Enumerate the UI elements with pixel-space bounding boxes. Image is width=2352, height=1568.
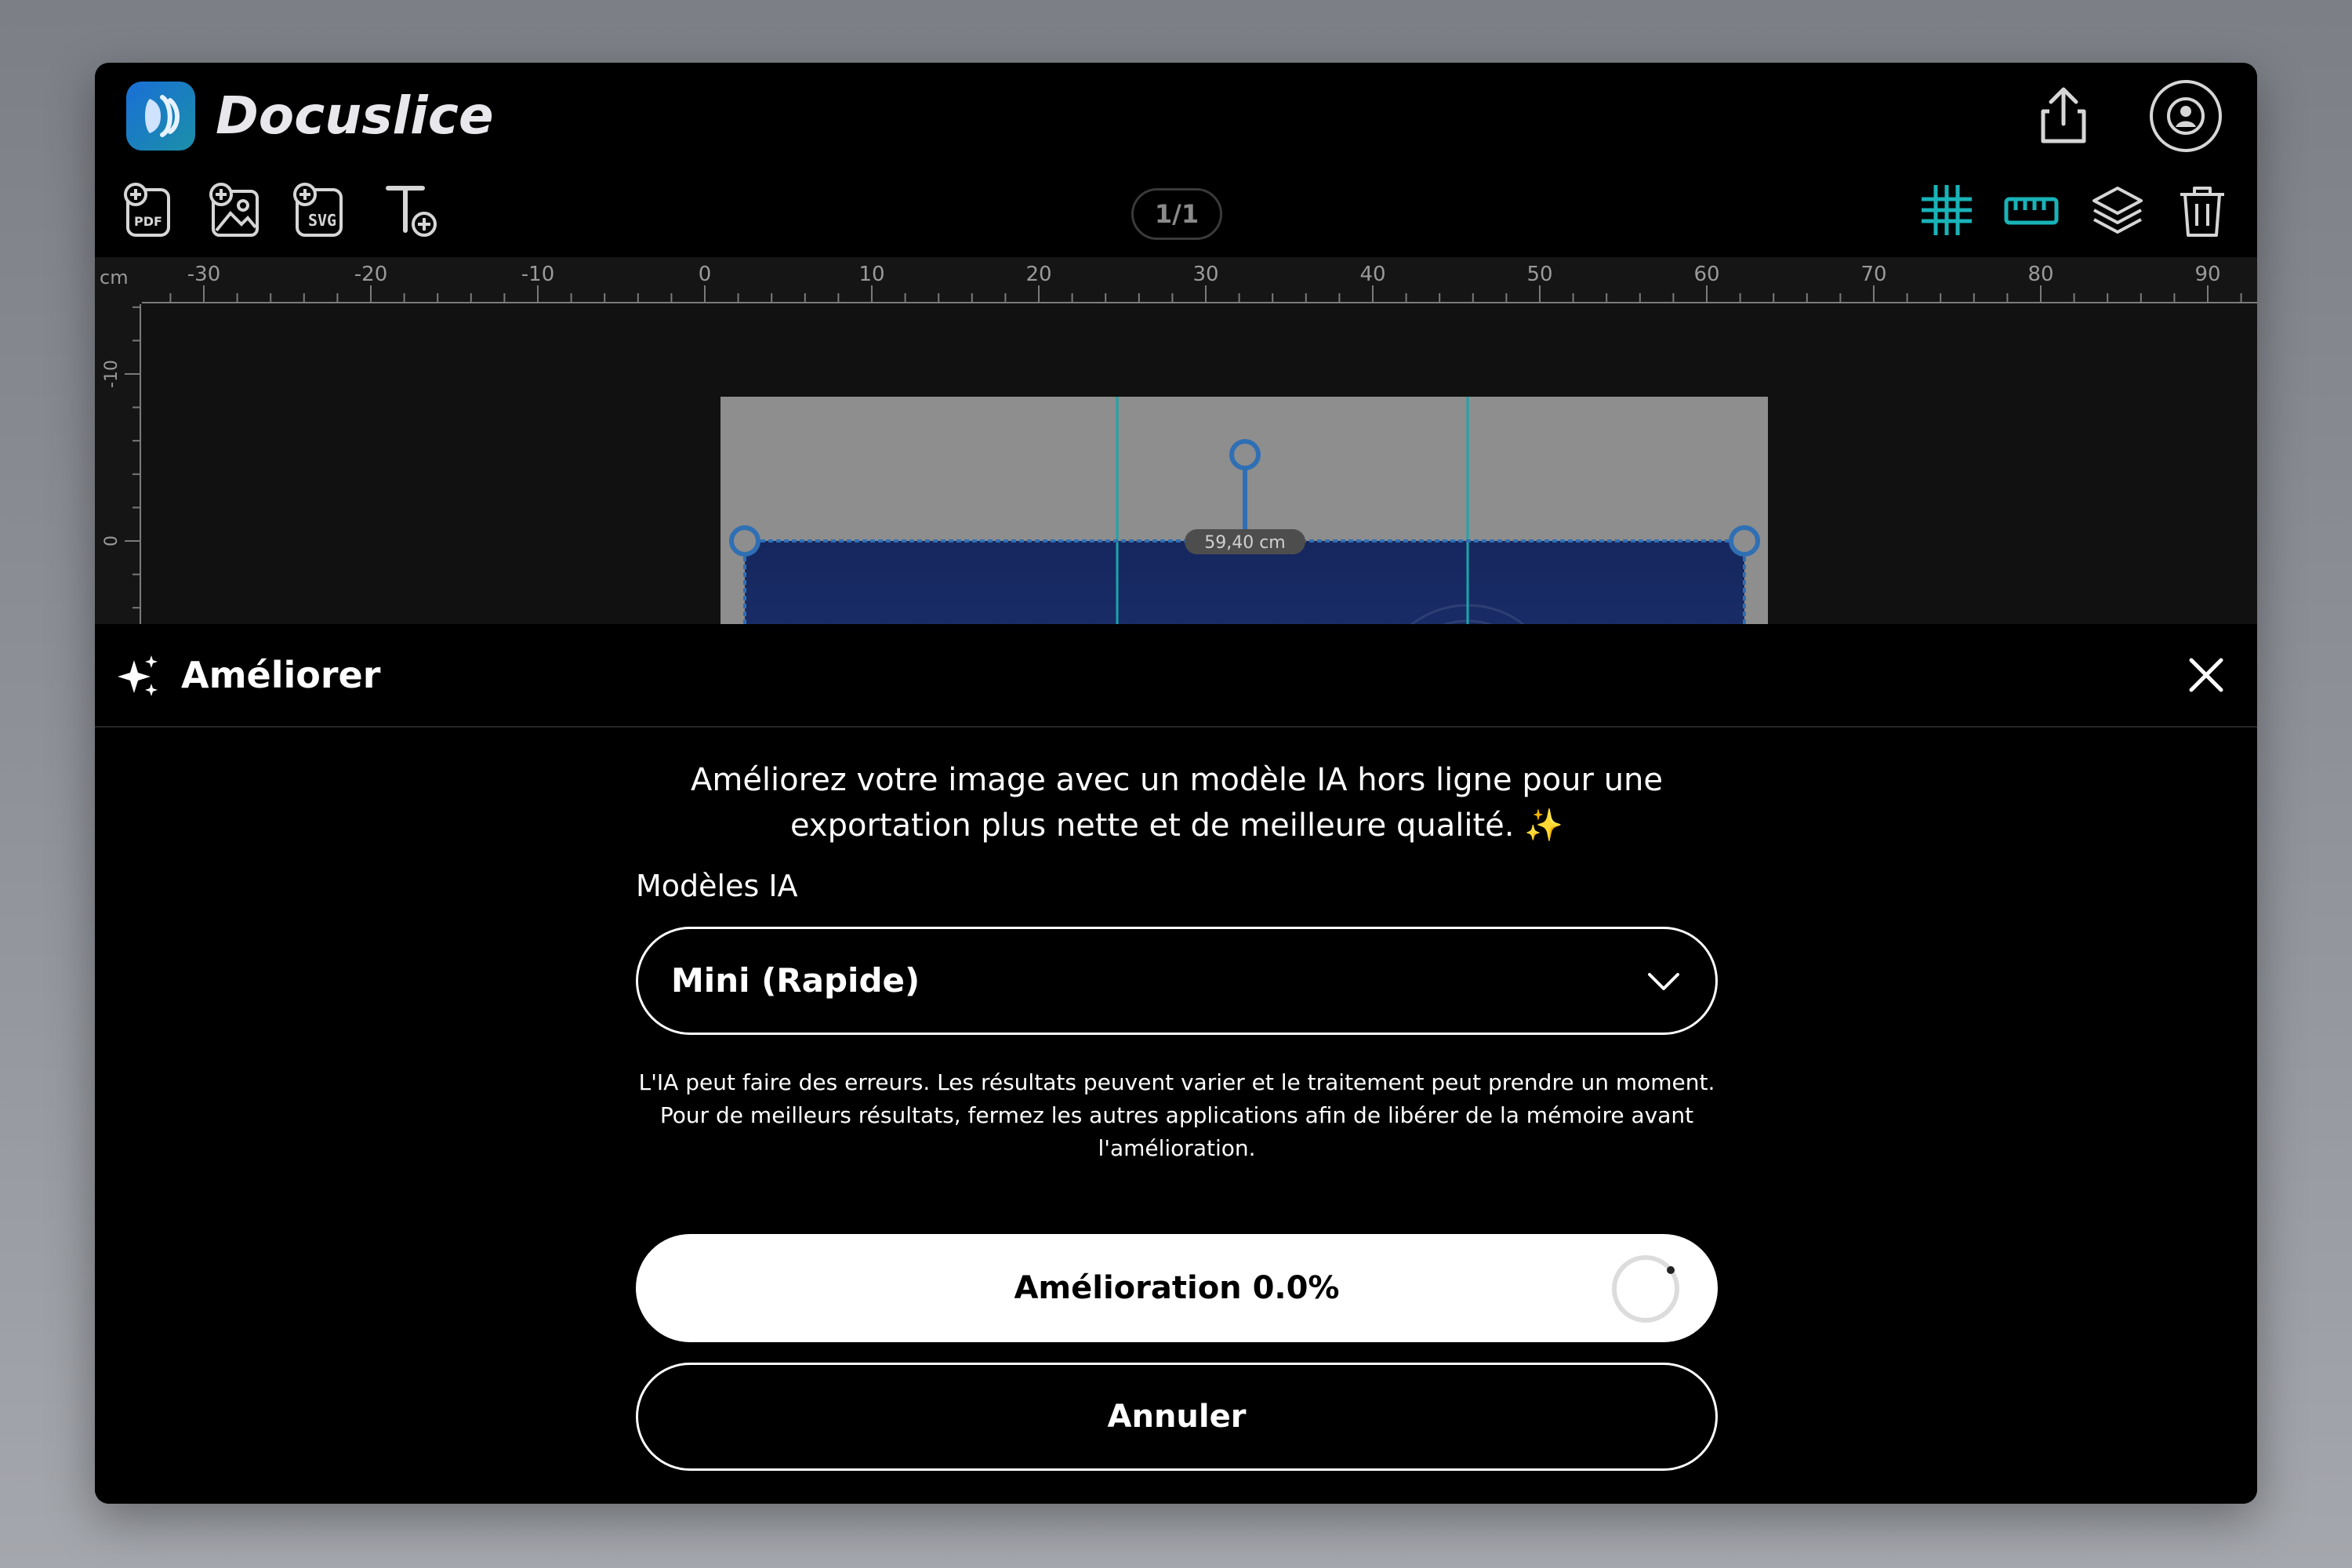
- disclaimer-line: L'IA peut faire des erreurs. Les résulta…: [638, 1069, 1715, 1095]
- ruler-label: 40: [1359, 263, 1385, 286]
- cancel-button[interactable]: Annuler: [636, 1363, 1718, 1471]
- app-title: Docuslice: [216, 85, 494, 146]
- enhance-progress-button[interactable]: Amélioration 0.0%: [636, 1234, 1718, 1342]
- ruler-horizontal: cm -30 -20 -10 0 10 20 30 40 50 60 70 80 90: [95, 257, 2257, 304]
- models-label: Modèles IA: [636, 869, 798, 903]
- add-svg-button[interactable]: SVG: [288, 179, 350, 241]
- trash-icon: [2180, 187, 2224, 237]
- panel-description: Améliorez votre image avec un modèle IA …: [636, 757, 1718, 848]
- ruler-label: 10: [858, 263, 884, 286]
- account-button[interactable]: [2150, 80, 2222, 152]
- ruler-label: 0: [699, 263, 712, 286]
- add-pdf-button[interactable]: PDF: [118, 179, 181, 241]
- app-logo: [126, 82, 195, 151]
- ruler-label: -30: [187, 263, 220, 286]
- ruler-label: 80: [2027, 263, 2053, 286]
- description-line: exportation plus nette et de meilleure q…: [790, 808, 1563, 844]
- grid-toggle[interactable]: [1915, 179, 1978, 241]
- ruler-label: 70: [1860, 263, 1886, 286]
- add-image-button[interactable]: [204, 179, 267, 241]
- add-text-button[interactable]: [379, 179, 441, 241]
- logo-icon: [145, 95, 180, 137]
- ruler-label: -10: [102, 360, 122, 388]
- ruler-label: 30: [1192, 263, 1218, 286]
- share-icon: [2041, 87, 2086, 143]
- delete-button[interactable]: [2171, 179, 2234, 241]
- description-line: Améliorez votre image avec un modèle IA …: [690, 762, 1664, 798]
- cancel-label: Annuler: [1107, 1399, 1247, 1435]
- svg-badge: SVG: [308, 211, 336, 230]
- selected-model: Mini (Rapide): [671, 961, 920, 1000]
- ruler-label: 60: [1693, 263, 1719, 286]
- ruler-label: -20: [354, 263, 387, 286]
- ruler-horizontal-scale: cm -30 -20 -10 0 10 20 30 40 50 60 70 80 90: [100, 263, 2257, 303]
- add-svg-icon: SVG: [293, 183, 343, 237]
- enhance-panel: Améliorer Améliorez votre image avec un …: [95, 624, 2257, 1504]
- sparkles-icon: [118, 655, 158, 696]
- add-text-icon: [386, 186, 437, 237]
- ruler-icon: [2004, 197, 2059, 225]
- ruler-unit: cm: [100, 267, 129, 289]
- resize-handle-top-right[interactable]: [1729, 525, 1760, 557]
- user-icon: [2167, 97, 2205, 135]
- chevron-down-icon: [1648, 973, 1679, 990]
- close-icon[interactable]: [2188, 657, 2224, 693]
- loading-spinner-icon: [1612, 1255, 1679, 1323]
- ruler-label: 0: [102, 535, 122, 546]
- panel-title: Améliorer: [181, 654, 381, 696]
- ai-disclaimer: L'IA peut faire des erreurs. Les résulta…: [636, 1066, 1718, 1165]
- model-select[interactable]: Mini (Rapide): [636, 927, 1718, 1035]
- disclaimer-line: l'amélioration.: [1098, 1135, 1256, 1161]
- share-button[interactable]: [2032, 85, 2095, 147]
- ruler-label: 50: [1526, 263, 1552, 286]
- ruler-label: 90: [2194, 263, 2220, 286]
- enhance-progress-label: Amélioration 0.0%: [1014, 1270, 1340, 1306]
- panel-header: Améliorer: [95, 624, 2257, 728]
- page-indicator[interactable]: 1/1: [1131, 188, 1222, 240]
- pdf-badge: PDF: [134, 214, 162, 229]
- resize-handle-top-left[interactable]: [729, 525, 760, 557]
- add-pdf-icon: PDF: [124, 183, 170, 237]
- dimension-label: 59,40 cm: [1204, 533, 1286, 553]
- layers-button[interactable]: [2086, 179, 2149, 241]
- disclaimer-line: Pour de meilleurs résultats, fermez les …: [659, 1102, 1694, 1128]
- rotate-handle[interactable]: [1229, 439, 1261, 470]
- ruler-toggle[interactable]: [2000, 179, 2063, 241]
- grid-icon: [1922, 185, 1972, 235]
- add-image-icon: [209, 183, 259, 237]
- layers-icon: [2092, 187, 2143, 234]
- app-window: Docuslice PDF SVG 1/1 cm -30 -20 -10 0 1…: [95, 63, 2257, 1504]
- ruler-label: -10: [521, 263, 554, 286]
- ruler-label: 20: [1025, 263, 1051, 286]
